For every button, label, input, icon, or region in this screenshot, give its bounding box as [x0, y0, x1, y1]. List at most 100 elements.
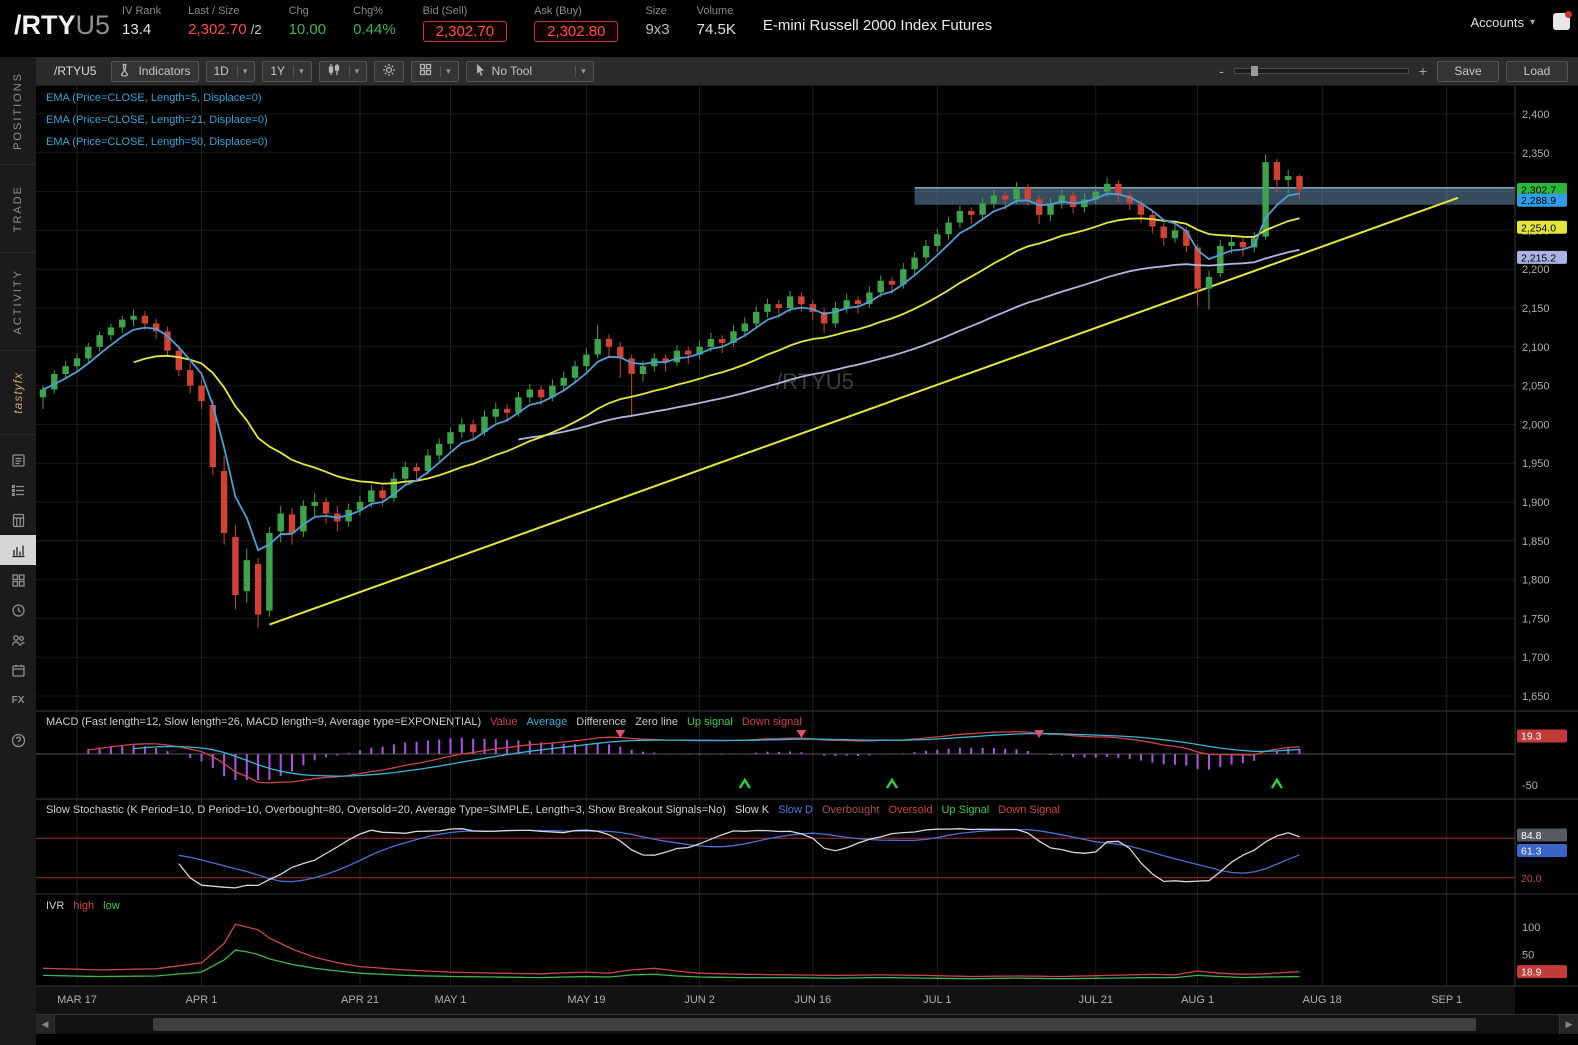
field-last-size: Last / Size 2,302.70 /2	[188, 0, 261, 38]
chart-icon[interactable]	[0, 535, 36, 565]
watchlist-icon[interactable]	[0, 475, 36, 505]
grid-layout-dropdown[interactable]: ▾	[411, 60, 459, 82]
flask-icon	[119, 63, 132, 80]
trading-app: /RTYU5 IV Rank 13.4 Last / Size 2,302.70…	[0, 0, 1578, 1045]
scrollbar-track[interactable]	[55, 1015, 1559, 1034]
load-button[interactable]: Load	[1506, 60, 1568, 82]
svg-text:2,050: 2,050	[1522, 381, 1550, 393]
symbol-title: /RTYU5	[0, 0, 122, 41]
tab-label: tastyfx	[11, 371, 25, 414]
last-size: /2	[250, 22, 262, 37]
calendar-icon[interactable]	[0, 655, 36, 685]
svg-text:MAR 17: MAR 17	[57, 994, 97, 1006]
chevron-down-icon: ▾	[236, 65, 247, 77]
svg-text:100: 100	[1522, 922, 1540, 934]
zoom-slider-thumb[interactable]	[1250, 66, 1258, 76]
field-label: Size	[645, 5, 667, 17]
accounts-dropdown[interactable]: Accounts ▾	[1470, 0, 1535, 30]
svg-text:1,950: 1,950	[1522, 458, 1550, 470]
chevron-down-icon: ▾	[440, 65, 451, 77]
notes-icon[interactable]	[0, 505, 36, 535]
sidebar-tab-trade[interactable]: TRADE	[0, 165, 36, 253]
field-label: Last / Size	[188, 5, 240, 17]
svg-text:JUL 21: JUL 21	[1079, 994, 1113, 1006]
timeframe-dropdown[interactable]: 1D ▾	[205, 60, 256, 82]
drawing-tool-dropdown[interactable]: No Tool ▾	[465, 60, 594, 82]
field-label: IV Rank	[122, 5, 162, 17]
chart-symbol-input[interactable]: /RTYU5	[46, 62, 104, 80]
svg-text:20.0: 20.0	[1521, 873, 1542, 885]
svg-text:JUN 2: JUN 2	[684, 994, 715, 1006]
ask-button[interactable]: 2,302.80	[534, 21, 619, 42]
svg-text:18.9: 18.9	[1521, 967, 1542, 979]
chart-canvas[interactable]: 2,4002,3502,3002,2502,2002,1502,1002,050…	[36, 86, 1578, 1014]
tab-label: ACTIVITY	[12, 268, 24, 335]
gear-icon	[382, 63, 396, 80]
chart-settings-button[interactable]	[374, 60, 405, 82]
indicators-label: Indicators	[138, 64, 191, 78]
sidebar-tab-tastyfx[interactable]: tastyfx	[0, 351, 36, 435]
field-size: Size 9x3	[645, 0, 669, 38]
bid-button[interactable]: 2,302.70	[422, 21, 508, 42]
range-value: 1Y	[270, 64, 286, 78]
last-price: 2,302.70	[188, 21, 247, 38]
grid-icon[interactable]	[0, 565, 36, 595]
fx-icon[interactable]: FX	[0, 685, 36, 715]
field-iv-rank: IV Rank 13.4	[122, 0, 161, 38]
field-bid: Bid (Sell) 2,302.70	[422, 0, 508, 42]
save-button[interactable]: Save	[1437, 60, 1499, 82]
svg-text:2,254.0: 2,254.0	[1521, 222, 1556, 234]
svg-text:MAY 1: MAY 1	[435, 994, 467, 1006]
history-icon[interactable]	[0, 595, 36, 625]
svg-text:APR 21: APR 21	[341, 994, 379, 1006]
field-value: 0.44%	[353, 21, 396, 38]
news-icon[interactable]	[0, 445, 36, 475]
svg-text:2,288.9: 2,288.9	[1521, 195, 1556, 207]
chevron-down-icon: ▾	[348, 65, 359, 77]
svg-text:1,750: 1,750	[1522, 613, 1550, 625]
tab-label: POSITIONS	[12, 71, 24, 150]
svg-text:1,850: 1,850	[1522, 536, 1550, 548]
left-sidebar: POSITIONS TRADE ACTIVITY tastyfx FX	[0, 57, 36, 1045]
tab-label: TRADE	[12, 184, 24, 233]
accounts-label: Accounts	[1470, 15, 1524, 30]
timeframe-value: 1D	[213, 64, 229, 78]
field-label: Chg%	[353, 5, 384, 17]
sidebar-tab-activity[interactable]: ACTIVITY	[0, 253, 36, 351]
chevron-down-icon: ▾	[1529, 17, 1535, 28]
svg-text:2,200: 2,200	[1522, 264, 1550, 276]
people-icon[interactable]	[0, 625, 36, 655]
zoom-in-button[interactable]: +	[1416, 63, 1430, 79]
field-value: 13.4	[122, 21, 152, 38]
field-value: 10.00	[288, 21, 327, 38]
sidebar-tab-positions[interactable]: POSITIONS	[0, 57, 36, 165]
svg-text:61.3: 61.3	[1521, 846, 1542, 858]
svg-text:1,700: 1,700	[1522, 652, 1550, 664]
quote-header: /RTYU5 IV Rank 13.4 Last / Size 2,302.70…	[0, 0, 1578, 57]
chart-hscrollbar[interactable]: ◀ ▶	[36, 1014, 1578, 1034]
indicators-button[interactable]: Indicators	[111, 60, 199, 82]
field-ask: Ask (Buy) 2,302.80	[534, 0, 619, 42]
field-value: 2,302.70 /2	[188, 21, 261, 38]
svg-text:19.3: 19.3	[1521, 731, 1542, 743]
zoom-out-button[interactable]: -	[1216, 63, 1227, 79]
svg-text:2,400: 2,400	[1522, 109, 1550, 121]
field-chg: Chg 10.00	[289, 0, 327, 38]
chart-type-icon	[327, 63, 341, 79]
scroll-right-icon[interactable]: ▶	[1559, 1015, 1578, 1034]
help-icon[interactable]	[0, 725, 36, 755]
scroll-left-icon[interactable]: ◀	[36, 1015, 55, 1034]
svg-text:50: 50	[1522, 950, 1534, 962]
chevron-down-icon: ▾	[293, 65, 304, 77]
range-dropdown[interactable]: 1Y ▾	[262, 60, 312, 82]
zoom-slider[interactable]	[1233, 66, 1409, 76]
svg-text:1,900: 1,900	[1522, 497, 1550, 509]
svg-text:JUN 16: JUN 16	[794, 994, 831, 1006]
chart-type-dropdown[interactable]: ▾	[318, 60, 368, 82]
field-label: Ask (Buy)	[534, 5, 582, 17]
cursor-icon	[474, 63, 486, 79]
scrollbar-thumb[interactable]	[152, 1018, 1477, 1031]
field-value: 74.5K	[696, 21, 736, 38]
notification-icon[interactable]	[1553, 11, 1572, 30]
svg-text:/RTYU5: /RTYU5	[776, 369, 854, 394]
